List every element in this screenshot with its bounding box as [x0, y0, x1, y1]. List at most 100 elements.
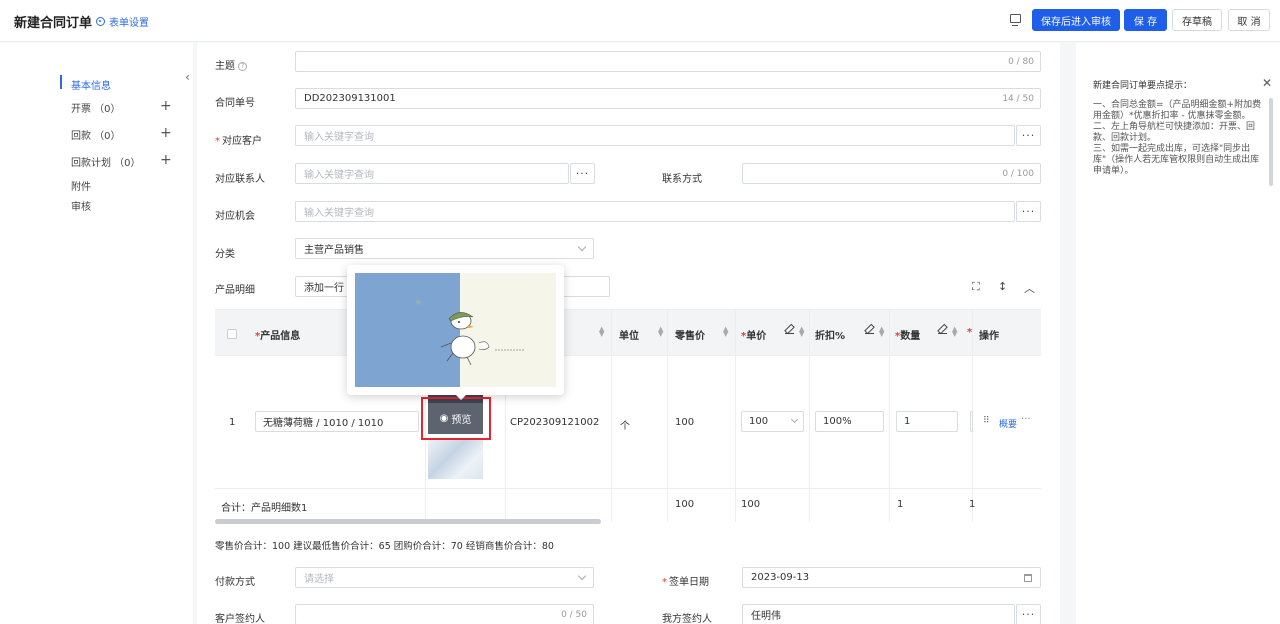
opportunity-picker-button[interactable]: ··· [1016, 201, 1041, 222]
sort-icon[interactable]: ▲ ▼ [799, 326, 804, 338]
nav-item-invoice[interactable]: 开票 （0） [71, 100, 121, 115]
sign-date-input[interactable]: 2023-09-13 [742, 567, 1041, 588]
form-settings-link[interactable]: 表单设置 [96, 14, 149, 29]
collapse-up-icon[interactable]: ︿ [1024, 280, 1035, 296]
col-unit-price: *单价 [741, 331, 767, 342]
product-detail-label: 产品明细 [215, 285, 255, 296]
product-cell-input[interactable]: 无糖薄荷糖 / 1010 / 1010 [255, 411, 419, 432]
total-unit-price: 100 [741, 499, 761, 510]
save-button[interactable]: 保 存 [1124, 9, 1167, 31]
page-header: 新建合同订单 表单设置 保存后进入审核 保 存 存草稿 取 消 [0, 0, 1280, 42]
payment-label: 付款方式 [215, 577, 255, 588]
image-preview-popover: ✳ [347, 265, 564, 395]
popover-arrow [455, 394, 467, 400]
add-row-button[interactable]: 添加一行 [295, 276, 355, 297]
cancel-button[interactable]: 取 消 [1228, 9, 1270, 31]
subject-label: 主题? [215, 57, 247, 72]
chevron-down-icon [577, 571, 587, 581]
more-icon[interactable]: ··· [1021, 414, 1031, 425]
quantity-input[interactable]: 1 [896, 411, 958, 432]
customer-signer-input[interactable]: 0 / 50 [295, 604, 594, 624]
col-divider [809, 310, 810, 522]
sort-icon[interactable]: ▲ ▼ [723, 326, 728, 338]
contact-picker-button[interactable]: ··· [570, 163, 595, 184]
help-icon[interactable]: ? [238, 61, 247, 71]
chevron-down-icon [790, 415, 799, 424]
chevron-down-icon [577, 242, 587, 252]
col-action: 操作 [979, 331, 999, 342]
edit-icon[interactable] [785, 325, 794, 334]
add-payment-plan-icon[interactable]: + [160, 153, 172, 167]
contract-no-label: 合同单号 [215, 98, 255, 109]
category-label: 分类 [215, 249, 235, 260]
sort-icon[interactable]: ▲ ▼ [658, 326, 663, 338]
form-settings-label: 表单设置 [109, 18, 149, 29]
product-table: *产品信息 ▲ ▼ 单位 ▲ ▼ 零售价 ▲ ▼ *单价 ▲ ▼ 折扣% ▲ ▼ *数量 … [215, 309, 1041, 522]
nav-item-basic-info[interactable]: 基本信息 [71, 77, 111, 92]
product-thumbnail [428, 440, 483, 479]
col-divider [889, 310, 890, 522]
col-divider [611, 310, 612, 522]
add-payment-icon[interactable]: + [160, 126, 172, 140]
drag-handle-icon[interactable]: ⠿ [983, 416, 990, 426]
customer-input[interactable]: 输入关键字查询 [295, 125, 1015, 146]
tips-scrollbar[interactable] [1269, 98, 1273, 186]
gear-icon [96, 17, 105, 26]
total-retail-price: 100 [675, 499, 695, 510]
our-signer-picker-button[interactable]: ··· [1016, 604, 1041, 624]
row-divider [215, 355, 1041, 356]
tips-panel: 新建合同订单要点提示： ✕ 一、合同总金额=（产品明细金额+附加费用金额）*优惠… [1076, 43, 1280, 624]
contact-input[interactable]: 输入关键字查询 [295, 163, 569, 184]
tip-item: 一、合同总金额=（产品明细金额+附加费用金额）*优惠折扣率 - 优惠抹零金额。 [1093, 100, 1262, 121]
product-search-input[interactable] [562, 276, 610, 297]
col-unit: 单位 [619, 331, 639, 342]
tip-item: 三、如需一起完成出库，可选择"同步出库"（操作人若无库管权限则自动生成出库申请单… [1093, 144, 1260, 176]
add-invoice-icon[interactable]: + [160, 99, 172, 113]
save-and-submit-button[interactable]: 保存后进入审核 [1032, 9, 1120, 31]
preview-image: ✳ [355, 273, 556, 387]
nav-item-payment[interactable]: 回款 （0） [71, 127, 121, 142]
table-horizontal-scrollbar[interactable] [215, 519, 601, 524]
contract-no-input[interactable]: DD202309131001 14 / 50 [295, 88, 1041, 109]
nav-item-audit[interactable]: 审核 [71, 198, 91, 213]
col-product-info: *产品信息 [255, 331, 301, 342]
collapse-chevron-icon[interactable]: ‹ [182, 68, 193, 86]
total-quantity: 1 [897, 499, 904, 510]
edit-icon[interactable] [865, 325, 874, 334]
expand-vertical-icon[interactable]: ↕ [998, 280, 1007, 293]
page-title: 新建合同订单 [14, 16, 93, 31]
category-select[interactable]: 主营产品销售 [295, 238, 594, 259]
col-divider [735, 310, 736, 522]
retail-price-value: 100 [675, 417, 695, 428]
opportunity-input[interactable]: 输入关键字查询 [295, 201, 1015, 222]
payment-select[interactable]: 请选择 [295, 567, 594, 588]
discount-input[interactable]: 100% [815, 411, 884, 432]
contact-method-input[interactable]: 0 / 100 [742, 163, 1041, 184]
monitor-icon[interactable] [1010, 14, 1021, 26]
price-summary: 零售价合计：100 建议最低售价合计：65 团购价合计：70 经销商售价合计：8… [215, 541, 554, 552]
nav-item-payment-plan[interactable]: 回款计划 （0） [71, 154, 141, 169]
left-nav: 基本信息 开票 （0） + 回款 （0） + 回款计划 （0） + 附件 审核 … [0, 43, 193, 624]
close-icon[interactable]: ✕ [1262, 76, 1272, 90]
nav-item-attachment[interactable]: 附件 [71, 178, 91, 193]
our-signer-input[interactable]: 任明伟 [742, 604, 1015, 624]
unit-price-select[interactable]: 100 [741, 411, 804, 432]
fullscreen-icon[interactable]: ⛶ [972, 280, 980, 294]
summary-link[interactable]: 概要 [999, 417, 1017, 430]
sort-icon[interactable]: ▲ ▼ [599, 326, 604, 338]
overflow-cell [970, 411, 973, 432]
total-label: 合计：产品明细数1 [221, 503, 308, 514]
sign-date-label: * 签单日期 [662, 577, 709, 588]
customer-picker-button[interactable]: ··· [1016, 125, 1041, 146]
tip-item: 二、左上角导航栏可快捷添加：开票、回款、回款计划。 [1093, 122, 1256, 143]
select-all-checkbox[interactable] [227, 329, 237, 339]
subject-input[interactable]: 0 / 80 [295, 51, 1041, 72]
edit-icon[interactable] [938, 325, 947, 334]
sort-icon[interactable]: ▲ ▼ [879, 326, 884, 338]
main-form: 主题? 0 / 80 合同单号 DD202309131001 14 / 50 * 对… [197, 43, 1060, 624]
row-divider [215, 488, 1041, 489]
save-draft-button[interactable]: 存草稿 [1172, 9, 1222, 31]
product-code: CP202309121002 [510, 417, 600, 428]
sort-icon[interactable]: ▲ ▼ [952, 326, 957, 338]
customer-signer-label: 客户签约人 [215, 614, 265, 624]
